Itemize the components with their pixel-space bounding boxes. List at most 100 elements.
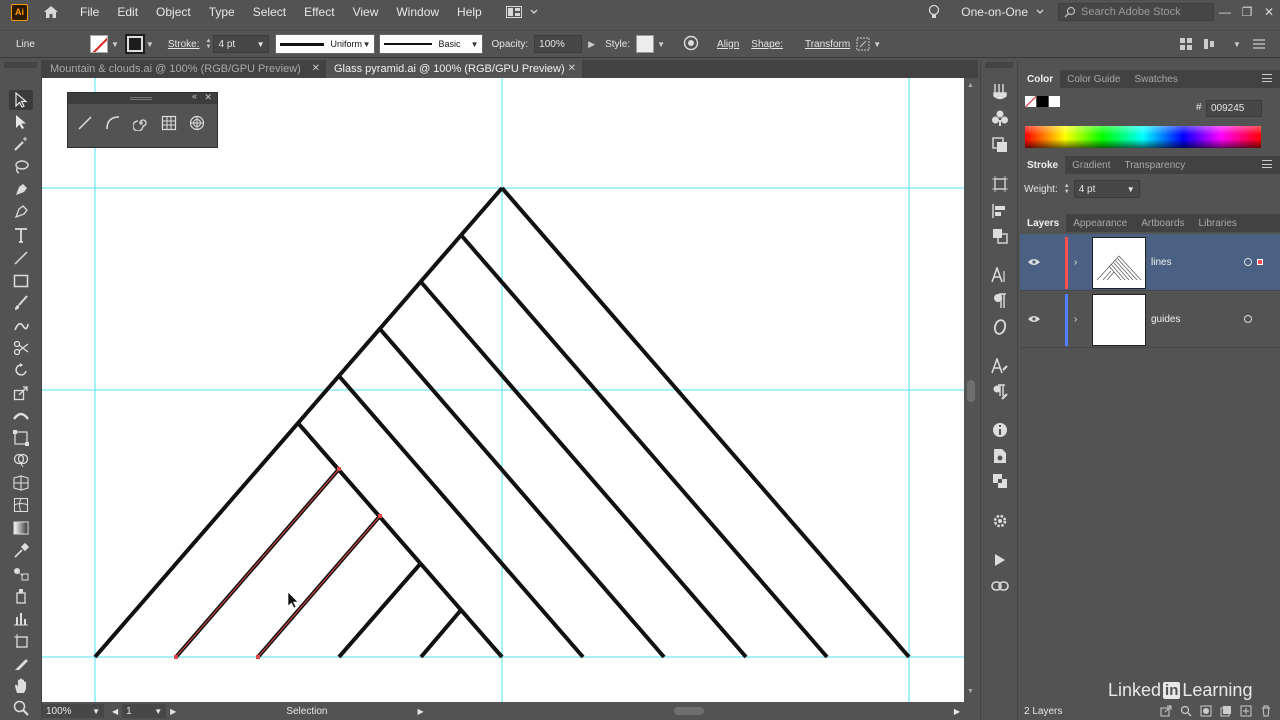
- zoom-field[interactable]: 100% ▼: [42, 704, 104, 718]
- line-segment-tool[interactable]: [9, 248, 33, 268]
- tab-glass-pyramid[interactable]: Glass pyramid.ai @ 100% (RGB/GPU Preview…: [326, 60, 582, 78]
- shape-link[interactable]: Shape:: [751, 39, 783, 50]
- panel-menu-icon[interactable]: [1262, 74, 1272, 82]
- align-link[interactable]: Align: [717, 39, 739, 50]
- color-spectrum[interactable]: [1025, 126, 1261, 148]
- shape-builder-tool[interactable]: [9, 450, 33, 470]
- tab-stroke[interactable]: Stroke: [1020, 156, 1066, 174]
- layer-row-lines[interactable]: › lines: [1020, 234, 1280, 291]
- close-icon[interactable]: ✕: [312, 63, 320, 74]
- tab-gradient[interactable]: Gradient: [1065, 156, 1117, 174]
- vertical-scrollbar[interactable]: ▲ ▼: [964, 78, 978, 702]
- weight-stepper[interactable]: ▲ ▼: [1064, 183, 1070, 195]
- artboard-canvas[interactable]: [42, 78, 964, 702]
- arrange-documents-button[interactable]: [505, 6, 538, 18]
- tab-swatches[interactable]: Swatches: [1127, 70, 1184, 88]
- selection-indicator[interactable]: [1257, 259, 1263, 265]
- eyedropper-tool[interactable]: [9, 541, 33, 561]
- brush-definition[interactable]: Basic ▼: [379, 34, 484, 54]
- symbols-icon[interactable]: [990, 108, 1010, 128]
- eye-icon[interactable]: [1028, 315, 1040, 323]
- tab-mountain-clouds[interactable]: Mountain & clouds.ai @ 100% (RGB/GPU Pre…: [42, 60, 326, 78]
- curvature-tool[interactable]: [9, 202, 33, 222]
- free-transform-tool[interactable]: [9, 428, 33, 448]
- scroll-thumb[interactable]: [967, 380, 975, 402]
- fill-stroke-indicator[interactable]: [1025, 96, 1060, 107]
- tab-color[interactable]: Color: [1020, 70, 1061, 88]
- document-info-icon[interactable]: [990, 446, 1010, 466]
- panel-menu-icon[interactable]: [1262, 160, 1272, 168]
- mesh-tool[interactable]: [9, 495, 33, 515]
- pathfinder-icon[interactable]: [990, 226, 1010, 246]
- stroke-swatch[interactable]: ▼: [124, 34, 154, 54]
- horizontal-scroll-thumb[interactable]: [673, 707, 704, 715]
- weight-field[interactable]: 4 pt ▼: [1073, 180, 1140, 198]
- chevron-right-icon[interactable]: ›: [1074, 257, 1077, 268]
- rectangular-grid-icon[interactable]: [158, 112, 180, 134]
- actions-play-icon[interactable]: [990, 550, 1010, 570]
- menu-select[interactable]: Select: [253, 5, 286, 19]
- close-icon[interactable]: ✕: [568, 63, 576, 74]
- variable-width-profile[interactable]: Uniform ▼: [275, 34, 376, 54]
- scissors-tool[interactable]: [9, 338, 33, 358]
- flyout-header[interactable]: « ✕: [68, 91, 217, 104]
- recolor-artwork-icon[interactable]: [683, 35, 699, 54]
- rectangle-tool[interactable]: [9, 271, 33, 291]
- isolate-icon[interactable]: ▼: [856, 37, 881, 51]
- stroke-weight-field[interactable]: 4 pt ▼: [213, 35, 270, 53]
- selection-tool[interactable]: [9, 90, 33, 110]
- menu-effect[interactable]: Effect: [304, 5, 334, 19]
- hand-tool[interactable]: [9, 676, 33, 696]
- tab-artboards[interactable]: Artboards: [1134, 214, 1191, 232]
- opacity-field[interactable]: 100%: [534, 35, 583, 53]
- scroll-up-icon[interactable]: ▲: [967, 82, 974, 89]
- tab-libraries[interactable]: Libraries: [1192, 214, 1244, 232]
- character-styles-icon[interactable]: [990, 356, 1010, 376]
- opentype-icon[interactable]: [990, 317, 1010, 337]
- pen-tool[interactable]: [9, 180, 33, 200]
- menu-edit[interactable]: Edit: [117, 5, 138, 19]
- symbol-sprayer-tool[interactable]: [9, 586, 33, 606]
- brushes-icon[interactable]: [990, 82, 1010, 102]
- paintbrush-tool[interactable]: [9, 293, 33, 313]
- fill-swatch[interactable]: ▼: [90, 35, 119, 53]
- transform-panel-icon[interactable]: [990, 174, 1010, 194]
- chain-link-icon[interactable]: [990, 576, 1010, 596]
- workspace-switcher[interactable]: One-on-One: [961, 5, 1028, 19]
- menu-file[interactable]: File: [80, 5, 99, 19]
- appearance-settings-icon[interactable]: [990, 511, 1010, 531]
- perspective-grid-tool[interactable]: [9, 473, 33, 493]
- rotate-tool[interactable]: [9, 360, 33, 380]
- stroke-stepper[interactable]: ▲ ▼: [206, 38, 212, 50]
- links-icon[interactable]: [990, 471, 1010, 491]
- spiral-icon[interactable]: [130, 112, 152, 134]
- chevron-right-icon[interactable]: ›: [1074, 314, 1077, 325]
- tab-layers[interactable]: Layers: [1020, 214, 1067, 232]
- tab-appearance[interactable]: Appearance: [1066, 214, 1134, 232]
- zoom-tool[interactable]: [9, 698, 33, 718]
- menu-object[interactable]: Object: [156, 5, 191, 19]
- stock-search-input[interactable]: Search Adobe Stock: [1058, 3, 1214, 21]
- magic-wand-tool[interactable]: [9, 134, 33, 154]
- menu-view[interactable]: View: [353, 5, 379, 19]
- minimize-button[interactable]: —: [1214, 5, 1236, 19]
- close-icon[interactable]: ✕: [204, 92, 212, 103]
- transform-link[interactable]: Transform: [805, 39, 850, 50]
- gradient-tool[interactable]: [9, 518, 33, 538]
- shaper-tool[interactable]: [9, 316, 33, 336]
- chevron-down-icon[interactable]: ▼: [657, 40, 665, 49]
- line-segment-icon[interactable]: [74, 112, 96, 134]
- blend-tool[interactable]: [9, 563, 33, 583]
- menu-window[interactable]: Window: [396, 5, 439, 19]
- toolbar-collapse-bar[interactable]: [4, 62, 37, 68]
- scale-tool[interactable]: [9, 383, 33, 403]
- graphic-styles-icon[interactable]: [990, 135, 1010, 155]
- character-icon[interactable]: [990, 265, 1010, 285]
- graphic-style-swatch[interactable]: [636, 35, 655, 53]
- polar-grid-icon[interactable]: [186, 112, 208, 134]
- next-artboard-icon[interactable]: ▶: [170, 707, 176, 716]
- collapse-icon[interactable]: «: [192, 91, 197, 101]
- stroke-label[interactable]: Stroke:: [168, 39, 200, 50]
- direct-selection-tool[interactable]: [9, 112, 33, 132]
- artboard-field[interactable]: 1 ▼: [122, 704, 167, 718]
